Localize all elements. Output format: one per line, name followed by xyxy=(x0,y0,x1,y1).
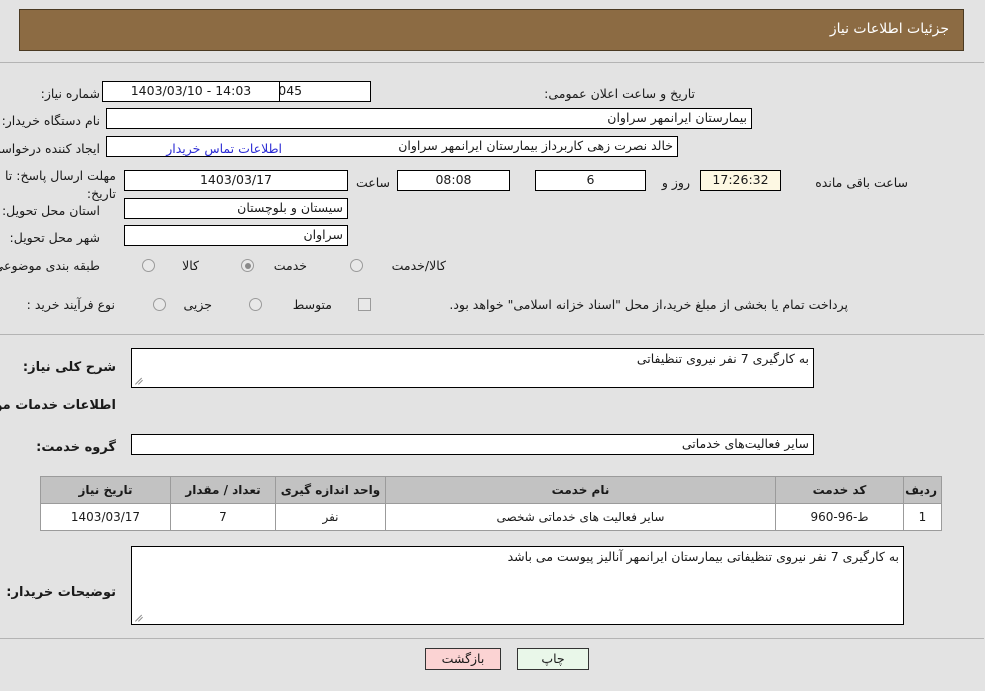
city-label: شهر محل تحویل: xyxy=(10,230,101,245)
deadline-label: مهلت ارسال پاسخ: تا تاریخ: xyxy=(6,167,117,203)
process-radio-jozii-label: جزیی xyxy=(184,297,213,312)
service-group-value: سایر فعالیت‌های خدماتی xyxy=(682,438,810,451)
deadline-label-line2: تاریخ: xyxy=(87,186,117,202)
category-radio-kala[interactable] xyxy=(143,259,156,272)
process-radio-motavaset-label: متوسط xyxy=(293,297,333,312)
category-radio-kala-label: کالا xyxy=(183,258,200,273)
process-type-label: نوع فرآیند خرید : xyxy=(27,297,116,312)
back-button[interactable]: بازگشت xyxy=(426,648,502,670)
remaining-time-value: 17:26:32 xyxy=(713,174,770,187)
service-group-field[interactable]: سایر فعالیت‌های خدماتی xyxy=(132,434,815,455)
process-radio-motavaset[interactable] xyxy=(250,298,263,311)
announce-datetime-field[interactable]: 14:03 - 1403/03/10 xyxy=(103,81,281,102)
category-radio-kala-khedmat[interactable] xyxy=(351,259,364,272)
column-header-unit: واحد اندازه گیری xyxy=(276,476,387,504)
deadline-time-label: ساعت xyxy=(356,175,391,190)
print-button[interactable]: چاپ xyxy=(518,648,590,670)
page-header: جزئیات اطلاعات نیاز xyxy=(20,9,965,51)
announce-datetime-label: تاریخ و ساعت اعلان عمومی: xyxy=(545,86,696,101)
remaining-days-field[interactable]: 6 xyxy=(536,170,647,191)
buyer-notes-resize-handle[interactable] xyxy=(135,612,146,623)
deadline-date-value: 1403/03/17 xyxy=(200,174,274,187)
category-radio-kala-khedmat-label: کالا/خدمت xyxy=(392,258,447,273)
column-header-name: نام خدمت xyxy=(386,476,777,504)
deadline-label-line1: مهلت ارسال پاسخ: تا xyxy=(6,168,117,183)
province-field[interactable]: سیستان و بلوچستان xyxy=(125,198,349,219)
treasury-bonds-checkbox-label: پرداخت تمام یا بخشی از مبلغ خرید،از محل … xyxy=(450,297,849,312)
column-header-row-no: ردیف xyxy=(904,476,943,504)
category-radio-khedmat[interactable] xyxy=(242,259,255,272)
service-items-table-wrapper: ردیف کد خدمت نام خدمت واحد اندازه گیری ت… xyxy=(41,476,943,531)
column-header-code: کد خدمت xyxy=(776,476,905,504)
service-group-label: گروه خدمت: xyxy=(37,440,117,455)
province-label: استان محل تحویل: xyxy=(2,203,101,218)
cell-code: ط-96-960 xyxy=(776,503,905,531)
buyer-contact-link[interactable]: اطلاعات تماس خریدار xyxy=(167,141,283,156)
process-radio-jozii[interactable] xyxy=(154,298,167,311)
need-description-value: به کارگیری 7 نفر نیروی تنظیفاتی xyxy=(637,351,810,366)
cell-name: سایر فعالیت های خدماتی شخصی xyxy=(386,503,777,531)
buyer-org-label: نام دستگاه خریدار: xyxy=(2,113,101,128)
category-label: طبقه بندی موضوعی: xyxy=(0,258,101,273)
province-value: سیستان و بلوچستان xyxy=(238,202,344,215)
deadline-time-value: 08:08 xyxy=(436,174,473,187)
service-items-table: ردیف کد خدمت نام خدمت واحد اندازه گیری ت… xyxy=(41,476,943,531)
requester-label: ایجاد کننده درخواست: xyxy=(0,141,101,156)
column-header-qty: تعداد / مقدار xyxy=(171,476,277,504)
need-description-resize-handle[interactable] xyxy=(135,375,146,386)
cell-unit: نفر xyxy=(276,503,387,531)
buyer-notes-textarea[interactable]: به کارگیری 7 نفر نیروی تنظیفاتی بیمارستا… xyxy=(132,546,905,625)
remaining-time-field[interactable]: 17:26:32 xyxy=(701,170,782,191)
city-field[interactable]: سراوان xyxy=(125,225,349,246)
table-row: 1 ط-96-960 سایر فعالیت های خدماتی شخصی ن… xyxy=(41,503,943,531)
city-value: سراوان xyxy=(304,229,344,242)
services-section-heading: اطلاعات خدمات مورد نیاز xyxy=(0,398,117,413)
announce-datetime-value: 14:03 - 1403/03/10 xyxy=(131,85,253,98)
deadline-date-field[interactable]: 1403/03/17 xyxy=(125,170,349,191)
buyer-notes-value: به کارگیری 7 نفر نیروی تنظیفاتی بیمارستا… xyxy=(508,549,900,564)
column-header-date: تاریخ نیاز xyxy=(41,476,172,504)
remaining-time-label: ساعت باقی مانده xyxy=(816,175,909,190)
need-description-label: شرح کلی نیاز: xyxy=(23,360,117,375)
buyer-org-field[interactable]: بیمارستان ایرانمهر سراوان xyxy=(107,108,753,129)
buyer-org-value: بیمارستان ایرانمهر سراوان xyxy=(608,112,748,125)
cell-row-no: 1 xyxy=(904,503,943,531)
treasury-bonds-checkbox[interactable] xyxy=(359,298,372,311)
buyer-notes-label: توضیحات خریدار: xyxy=(7,585,117,600)
table-header-row: ردیف کد خدمت نام خدمت واحد اندازه گیری ت… xyxy=(41,476,943,504)
need-number-label: شماره نیاز: xyxy=(41,86,101,101)
remaining-days-label: روز و xyxy=(662,175,691,190)
deadline-time-field[interactable]: 08:08 xyxy=(398,170,511,191)
remaining-days-value: 6 xyxy=(587,174,596,187)
cell-need-date: 1403/03/17 xyxy=(41,503,172,531)
category-radio-khedmat-label: خدمت xyxy=(274,258,308,273)
need-description-textarea[interactable]: به کارگیری 7 نفر نیروی تنظیفاتی xyxy=(132,348,815,388)
page-title: جزئیات اطلاعات نیاز xyxy=(830,21,950,37)
cell-qty: 7 xyxy=(171,503,277,531)
